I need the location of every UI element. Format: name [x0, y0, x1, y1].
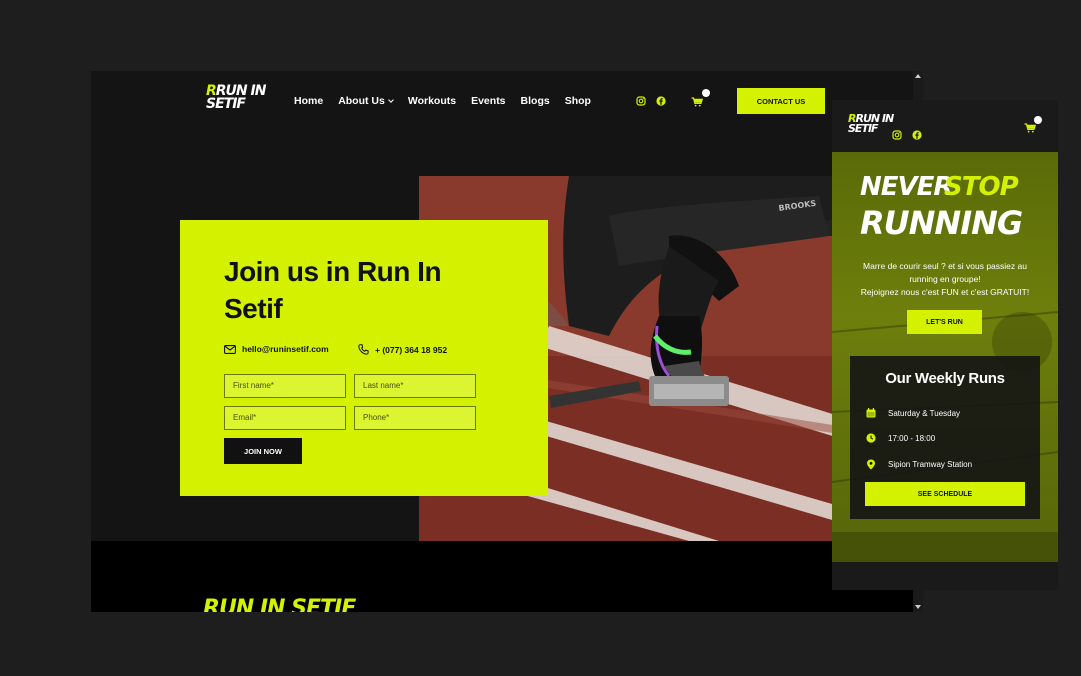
mobile-cart-icon[interactable] [1024, 123, 1036, 133]
hero-desc-line1: Marre de courir seul ? et si vous passie… [863, 261, 1027, 271]
footer: RUN IN SETIF [91, 541, 913, 612]
weekly-runs-title: Our Weekly Runs [885, 370, 1005, 387]
hero-desc-line2: running en groupe! [909, 274, 981, 285]
phone-text: + (077) 364 18 952 [375, 344, 448, 355]
menu-item-events[interactable]: Events [471, 95, 505, 107]
menu-item-shop[interactable]: Shop [565, 95, 591, 107]
hero-description: Marre de courir seul ? et si vous passie… [844, 260, 1046, 300]
weekly-runs-card: Our Weekly Runs Saturday & Tuesday 17:00… [850, 356, 1040, 519]
instagram-icon[interactable] [892, 130, 902, 140]
phone-field[interactable]: Phone* [354, 406, 476, 430]
scroll-up-arrow-icon[interactable] [915, 74, 921, 78]
location-pin-icon [867, 459, 875, 470]
mobile-cart-count-badge [1034, 116, 1042, 124]
footer-logo: RUN IN SETIF [203, 596, 356, 613]
menu-item-workouts[interactable]: Workouts [408, 95, 456, 107]
email-text: hello@runinsetif.com [242, 344, 329, 354]
join-form-card: Join us in Run In Setif hello@runinsetif… [180, 220, 548, 496]
calendar-icon [866, 408, 876, 418]
mobile-hero: NEVER STOP RUNNING Marre de courir seul … [832, 152, 1058, 562]
last-name-field[interactable]: Last name* [354, 374, 476, 398]
mobile-site-logo[interactable]: RRUN IN SETIF [848, 113, 894, 135]
menu-item-about[interactable]: About Us [338, 95, 394, 107]
contact-us-button[interactable]: CONTACT US [737, 88, 825, 114]
logo-line2: SETIF [206, 95, 246, 112]
menu-item-blogs[interactable]: Blogs [521, 95, 550, 107]
clock-icon [866, 433, 876, 443]
facebook-icon[interactable] [912, 130, 922, 140]
hero-title-running: RUNNING [860, 204, 1023, 242]
lets-run-button[interactable]: LET'S RUN [907, 310, 982, 334]
see-schedule-button[interactable]: SEE SCHEDULE [865, 482, 1025, 506]
mail-icon [224, 344, 236, 354]
join-now-button[interactable]: JOIN NOW [224, 438, 302, 464]
scroll-down-arrow-icon[interactable] [915, 605, 921, 609]
main-menu: Home About Us Workouts Events Blogs Shop [294, 95, 591, 107]
footer-logo-text: RUN IN SETIF [203, 596, 356, 613]
weekly-item-days: Saturday & Tuesday [866, 408, 960, 418]
weekly-item-location: Sipion Tramway Station [866, 459, 972, 470]
menu-item-home[interactable]: Home [294, 95, 323, 107]
email-field[interactable]: Email* [224, 406, 346, 430]
mobile-navbar: RRUN IN SETIF [832, 100, 1058, 152]
desktop-preview: RRUN IN SETIF Home About Us Workouts Eve… [91, 71, 913, 612]
mobile-preview: RRUN IN SETIF NEVER STOP RUNNING Marre d… [832, 100, 1058, 590]
chevron-down-icon [388, 97, 394, 103]
email-contact[interactable]: hello@runinsetif.com [224, 344, 329, 354]
mobile-social-links [892, 130, 922, 140]
weekly-days-text: Saturday & Tuesday [888, 408, 961, 418]
hero-title-stop: STOP [944, 172, 1019, 202]
join-title: Join us in Run In Setif [224, 256, 442, 324]
weekly-location-text: Sipion Tramway Station [888, 460, 973, 469]
cart-icon[interactable] [691, 97, 703, 107]
hero-title-never: NEVER [860, 172, 953, 202]
cart-count-badge [702, 89, 710, 97]
instagram-icon[interactable] [636, 96, 646, 106]
site-logo[interactable]: RRUN IN SETIF [206, 84, 266, 112]
social-links [636, 96, 666, 106]
phone-icon [358, 344, 369, 355]
weekly-item-time: 17:00 - 18:00 [866, 433, 935, 443]
phone-contact[interactable]: + (077) 364 18 952 [358, 344, 447, 355]
desktop-navbar: RRUN IN SETIF Home About Us Workouts Eve… [91, 71, 913, 131]
hero-desc-line3: Rejoignez nous c'est FUN et c'est GRATUI… [860, 287, 1030, 298]
menu-item-about-label: About Us [338, 95, 385, 107]
weekly-time-text: 17:00 - 18:00 [888, 433, 936, 443]
mobile-logo-line2: SETIF [848, 121, 879, 135]
facebook-icon[interactable] [656, 96, 666, 106]
first-name-field[interactable]: First name* [224, 374, 346, 398]
